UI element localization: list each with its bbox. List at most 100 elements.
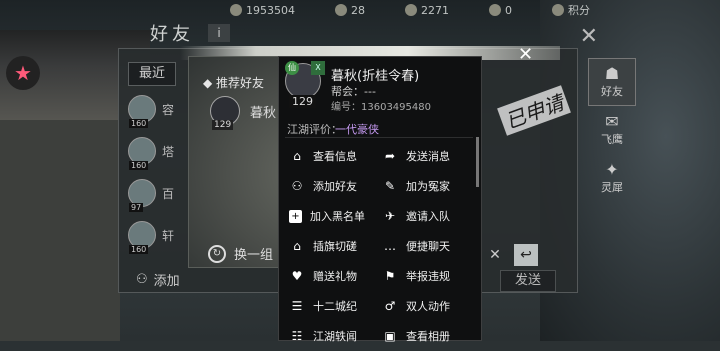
friend-name: 百 xyxy=(162,186,175,201)
action-grid: ⌂ 查看信息 ➦ 发送消息 ⚇ 添加好友 ✎ 加为冤家 + 加入黑名单 ✈ 邀请入队 ⌂ 插旗… xyxy=(285,141,471,351)
friends-panel-title: 好友 xyxy=(150,24,194,45)
tab-mail[interactable]: ✉ 飞鹰 xyxy=(588,106,636,154)
friend-row[interactable]: 160 塔 xyxy=(128,132,188,170)
action-send-gift[interactable]: ♥ 赠送礼物 xyxy=(285,261,378,291)
player-id: 编号：13603495480 xyxy=(331,102,431,113)
friend-row[interactable]: 160 容 xyxy=(128,90,188,128)
resource-silver: 1953504 xyxy=(230,4,295,17)
side-tabs: ☗ 好友 ✉ 飞鹰 ✦ 灵犀 xyxy=(588,58,636,202)
recommend-level: 129 xyxy=(212,120,234,130)
action-pair-emote[interactable]: ♂ 双人动作 xyxy=(378,291,471,321)
action-view-info[interactable]: ⌂ 查看信息 xyxy=(285,141,378,171)
action-view-album[interactable]: ▣ 查看相册 xyxy=(378,321,471,351)
action-label: 双人动作 xyxy=(406,300,450,313)
resource-token: 2271 xyxy=(405,4,449,17)
swap-group-label: 换一组 xyxy=(234,248,274,263)
chat-icon: … xyxy=(384,239,396,253)
eagle-icon: ✉ xyxy=(605,112,619,131)
action-label: 查看信息 xyxy=(313,150,357,163)
friend-level: 160 xyxy=(129,245,149,254)
background-wall xyxy=(0,120,120,341)
user-add-icon: ⚇ xyxy=(136,272,148,287)
friend-level: 160 xyxy=(129,161,149,170)
silver-icon xyxy=(230,4,242,16)
player-guild: 帮会：--- xyxy=(331,85,376,98)
avatar: 97 xyxy=(128,179,156,212)
swap-group-button[interactable]: ↻ 换一组 xyxy=(208,244,273,263)
action-label: 发送消息 xyxy=(406,150,450,163)
resource-coin: 0 xyxy=(489,4,512,17)
tab-mail-label: 飞鹰 xyxy=(601,133,623,146)
floating-assistant-icon[interactable]: ★ xyxy=(6,56,40,90)
gold-icon xyxy=(335,4,347,16)
action-send-message[interactable]: ➦ 发送消息 xyxy=(378,141,471,171)
action-label: 插旗切磋 xyxy=(313,240,357,253)
resource-gold: 28 xyxy=(335,4,365,17)
send-button[interactable]: 发送 xyxy=(500,270,556,292)
recommend-name: 暮秋 xyxy=(250,106,277,121)
invite-icon: ✈ xyxy=(384,209,396,223)
tab-linxi-label: 灵犀 xyxy=(601,181,623,194)
action-label: 添加好友 xyxy=(313,180,357,193)
close-friends-panel-icon[interactable]: ✕ xyxy=(580,24,598,49)
avatar: 160 xyxy=(128,95,156,128)
action-jianghu-news[interactable]: ☷ 江湖轶闻 xyxy=(285,321,378,351)
action-duel[interactable]: ⌂ 插旗切磋 xyxy=(285,231,378,261)
player-action-popup: 仙 X 129 暮秋(折桂令春) 帮会：--- 编号：13603495480 江… xyxy=(278,56,482,343)
reputation-label: 江湖评价： xyxy=(287,123,342,136)
action-blacklist[interactable]: + 加入黑名单 xyxy=(285,201,378,231)
friend-level: 97 xyxy=(129,203,144,212)
friend-row[interactable]: 97 百 xyxy=(128,174,188,212)
friend-list: 160 容 160 塔 97 百 160 轩 xyxy=(128,90,188,258)
action-report[interactable]: ⚑ 举报违规 xyxy=(378,261,471,291)
sword-icon: ✎ xyxy=(384,179,396,193)
tab-recent[interactable]: 最近 xyxy=(128,62,176,86)
action-quick-chat[interactable]: … 便捷聊天 xyxy=(378,231,471,261)
vip-badge: 仙 xyxy=(285,61,299,75)
action-twelve-cities[interactable]: ☰ 十二城纪 xyxy=(285,291,378,321)
action-label: 加为冤家 xyxy=(406,180,450,193)
resource-bar: 1953504 28 2271 0 积分 xyxy=(230,0,610,20)
coin-icon xyxy=(489,4,501,16)
linxi-icon: ✦ xyxy=(605,160,619,179)
status-badge: X xyxy=(311,61,325,75)
house-icon: ⌂ xyxy=(293,149,301,163)
action-label: 举报违规 xyxy=(406,270,450,283)
action-label: 十二城纪 xyxy=(313,300,357,313)
action-label: 邀请入队 xyxy=(406,210,450,223)
action-label: 江湖轶闻 xyxy=(313,330,357,343)
report-icon: ⚑ xyxy=(384,269,396,283)
friend-name: 塔 xyxy=(162,144,175,159)
back-arrow-icon[interactable]: ↩ xyxy=(514,244,538,266)
flag-icon: ⌂ xyxy=(293,239,301,253)
arrow-icon: ➦ xyxy=(384,149,396,163)
friends-icon: ☗ xyxy=(604,64,620,83)
scrollbar[interactable] xyxy=(476,137,479,187)
player-level: 129 xyxy=(289,95,316,108)
friend-name: 容 xyxy=(162,102,175,117)
close-recommend-icon[interactable]: ✕ xyxy=(518,44,533,65)
heart-icon: ♥ xyxy=(291,269,303,283)
tab-linxi[interactable]: ✦ 灵犀 xyxy=(588,154,636,202)
resource-points: 积分 xyxy=(552,2,590,18)
token-icon xyxy=(405,4,417,16)
refresh-icon: ↻ xyxy=(208,244,226,263)
action-invite-team[interactable]: ✈ 邀请入队 xyxy=(378,201,471,231)
add-friend-button[interactable]: ⚇ 添加 xyxy=(136,270,180,289)
friend-level: 160 xyxy=(129,119,149,128)
clear-input-icon[interactable]: ✕ xyxy=(480,244,510,266)
action-add-friend[interactable]: ⚇ 添加好友 xyxy=(285,171,378,201)
city-icon: ☰ xyxy=(291,299,303,313)
tab-friends-label: 好友 xyxy=(601,85,623,98)
divider xyxy=(285,137,473,138)
pair-icon: ♂ xyxy=(384,299,396,313)
avatar: 160 xyxy=(128,137,156,170)
action-label: 查看相册 xyxy=(406,330,450,343)
action-label: 便捷聊天 xyxy=(406,240,450,253)
action-add-enemy[interactable]: ✎ 加为冤家 xyxy=(378,171,471,201)
album-icon: ▣ xyxy=(384,329,396,343)
friend-row[interactable]: 160 轩 xyxy=(128,216,188,254)
tab-friends[interactable]: ☗ 好友 xyxy=(588,58,636,106)
friend-name: 轩 xyxy=(162,228,175,243)
info-button[interactable]: i xyxy=(208,24,230,42)
